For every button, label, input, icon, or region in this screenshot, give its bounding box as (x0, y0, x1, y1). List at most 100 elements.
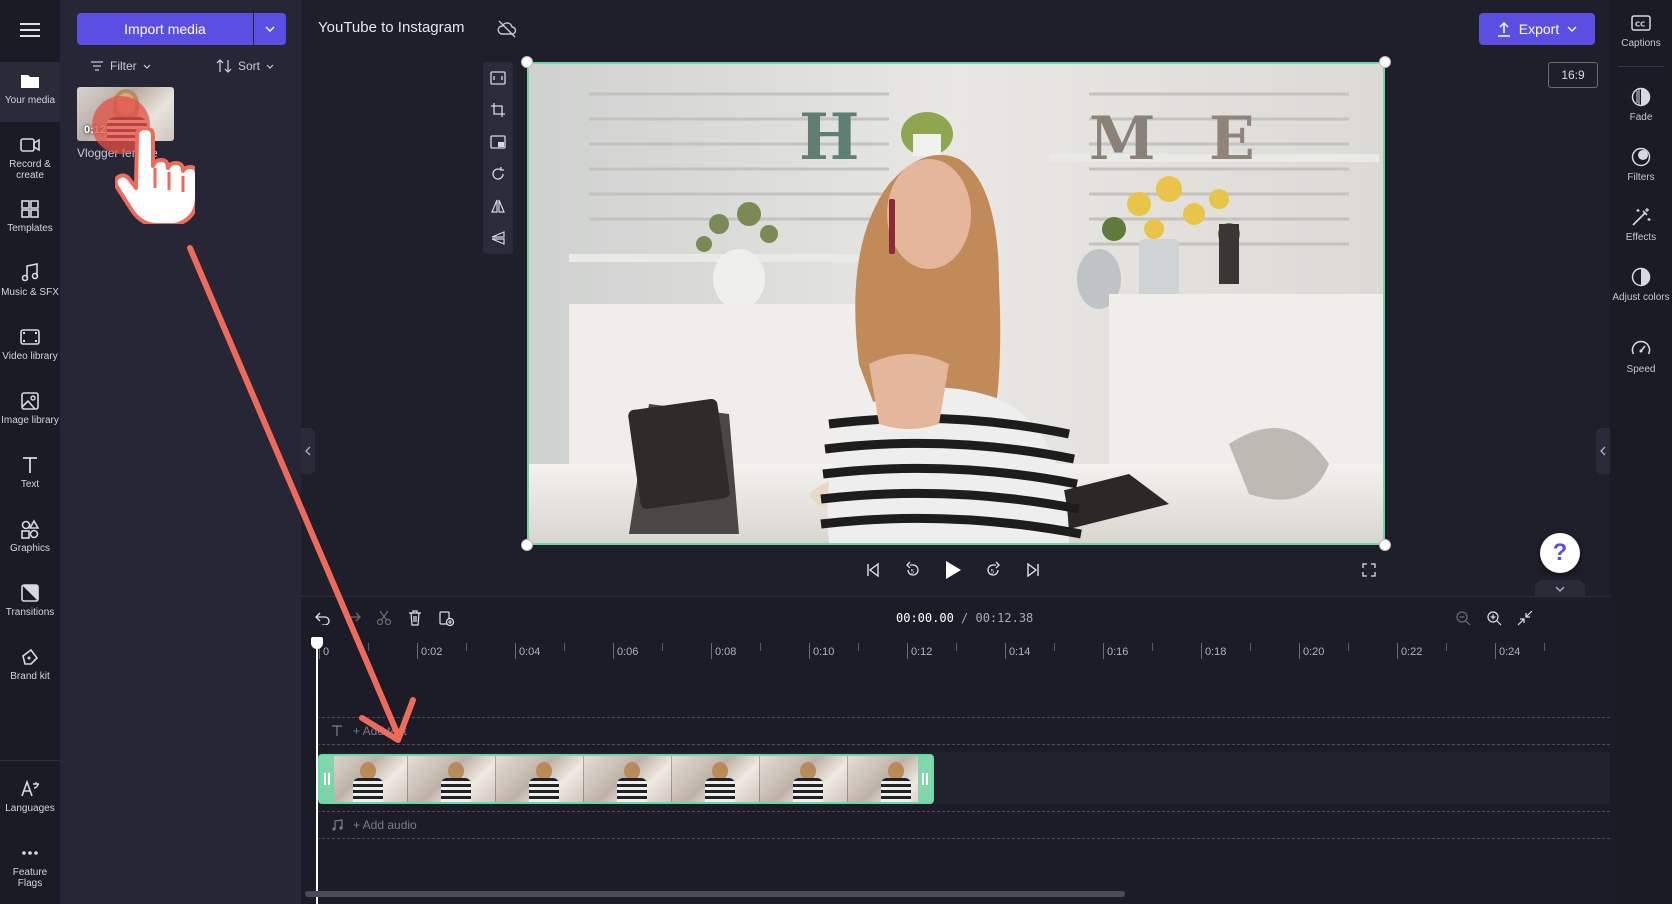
zoom-out-button[interactable] (1450, 605, 1476, 631)
fit-timeline-button[interactable] (1512, 605, 1538, 631)
rail-item-languages[interactable]: Languages (0, 770, 60, 830)
project-title[interactable]: YouTube to Instagram (318, 19, 464, 36)
rail-item-image-library[interactable]: Image library (0, 382, 60, 442)
rail-item-feature-flags[interactable]: Feature Flags (0, 834, 60, 894)
total-time: / 00:12.38 (961, 611, 1034, 625)
timeline-scrollbar[interactable] (305, 891, 1125, 897)
flip-horizontal-button[interactable] (483, 190, 513, 222)
ruler-tick (1250, 643, 1251, 651)
collapse-media-panel-button[interactable] (301, 428, 315, 474)
hand-cursor-icon (115, 128, 195, 224)
export-label: Export (1518, 21, 1560, 37)
rail-item-record-create[interactable]: Record & create (0, 126, 60, 186)
menu-button[interactable] (0, 8, 60, 52)
undo-button[interactable] (310, 605, 336, 631)
scissors-icon (376, 610, 392, 626)
rail-item-brand-kit[interactable]: Brand kit (0, 638, 60, 698)
ruler-label: 0:04 (519, 646, 541, 658)
film-icon (20, 329, 40, 345)
clip-trim-handle-right[interactable] (918, 756, 932, 802)
rail-label: Music & SFX (1, 287, 59, 298)
upload-icon (1497, 21, 1510, 37)
captions-button[interactable]: CC Captions (1610, 0, 1672, 58)
skip-to-end-button[interactable] (1020, 557, 1046, 583)
frame-shirt (705, 778, 735, 802)
resize-handle-bottom-right[interactable] (1379, 539, 1391, 551)
filter-button[interactable]: Filter (90, 54, 151, 78)
letter-h-decor: H (799, 100, 859, 175)
filters-button[interactable]: Filters (1610, 134, 1672, 192)
left-rail: Your media Record & create Templates Mus… (0, 0, 60, 904)
ruler-label: 0:02 (421, 646, 443, 658)
rail-label: Brand kit (10, 671, 50, 682)
zoom-out-icon (1456, 611, 1471, 626)
add-text-track[interactable]: + Add text (317, 717, 1610, 745)
zoom-in-button[interactable] (1481, 605, 1507, 631)
speed-button[interactable]: Speed (1610, 326, 1672, 384)
ruler-tick (515, 643, 516, 659)
resize-handle-bottom-left[interactable] (521, 539, 533, 551)
import-media-button[interactable]: Import media (77, 13, 253, 45)
rail-item-video-library[interactable]: Video library (0, 318, 60, 378)
filter-icon (91, 61, 103, 71)
pip-button[interactable] (483, 126, 513, 158)
duplicate-icon (439, 611, 454, 626)
rail-item-text[interactable]: Text (0, 446, 60, 506)
import-options-button[interactable] (254, 13, 286, 45)
rail-divider (0, 760, 60, 761)
collapse-properties-panel-button[interactable] (1596, 428, 1610, 474)
skip-to-start-button[interactable] (860, 557, 886, 583)
camera-icon (20, 138, 40, 152)
rotate-icon (492, 167, 504, 180)
rotate-button[interactable] (483, 158, 513, 190)
resize-handle-top-left[interactable] (521, 56, 533, 68)
rail-item-music-sfx[interactable]: Music & SFX (0, 254, 60, 314)
crop-button[interactable] (483, 94, 513, 126)
aspect-ratio-button[interactable]: 16:9 (1548, 62, 1598, 88)
rail-item-your-media[interactable]: Your media (0, 62, 60, 122)
sort-label: Sort (238, 59, 261, 73)
fade-button[interactable]: Fade (1610, 74, 1672, 132)
video-preview[interactable]: H M E (527, 62, 1385, 545)
frame-shirt (793, 778, 823, 802)
playback-controls: 5 5 (860, 554, 1046, 586)
add-to-timeline-button[interactable] (433, 605, 459, 631)
effects-button[interactable]: Effects (1610, 194, 1672, 252)
rp-label: Filters (1627, 172, 1655, 183)
crop-icon (491, 103, 505, 117)
fit-button[interactable] (483, 62, 513, 94)
rewind-5s-button[interactable]: 5 (900, 557, 926, 583)
help-button[interactable]: ? (1540, 533, 1580, 573)
add-audio-track[interactable]: + Add audio (317, 811, 1610, 839)
timeline-ruler[interactable]: 0 0:02 0:04 0:06 0:08 0:10 0:12 0:14 0:1 (317, 637, 1610, 667)
ruler-tick (1005, 643, 1006, 659)
ruler-label: 0 (323, 646, 330, 658)
fullscreen-button[interactable] (1357, 558, 1381, 582)
split-button[interactable] (371, 605, 397, 631)
collapse-icon (1517, 610, 1533, 626)
redo-button[interactable] (340, 605, 366, 631)
playhead[interactable] (316, 639, 318, 904)
forward-5s-button[interactable]: 5 (980, 557, 1006, 583)
flip-vertical-icon (491, 231, 505, 245)
adjust-colors-button[interactable]: Adjust colors (1610, 254, 1672, 312)
ruler-tick (613, 643, 614, 659)
cloud-off-icon[interactable] (496, 18, 518, 40)
resize-handle-top-right[interactable] (1379, 56, 1391, 68)
rail-item-transitions[interactable]: Transitions (0, 574, 60, 634)
rp-label: Effects (1625, 232, 1657, 243)
sort-button[interactable]: Sort (216, 54, 274, 78)
graphics-icon (21, 519, 40, 539)
export-button[interactable]: Export (1479, 13, 1595, 45)
rail-item-templates[interactable]: Templates (0, 190, 60, 250)
playhead-handle[interactable] (311, 637, 323, 649)
video-clip[interactable] (318, 754, 934, 804)
ruler-tick (564, 643, 565, 651)
flip-vertical-button[interactable] (483, 222, 513, 254)
play-button[interactable] (940, 557, 966, 583)
rail-item-graphics[interactable]: Graphics (0, 510, 60, 570)
delete-button[interactable] (402, 605, 428, 631)
languages-icon (21, 779, 39, 797)
rp-label: Captions (1621, 38, 1661, 49)
clip-trim-handle-left[interactable] (320, 756, 334, 802)
